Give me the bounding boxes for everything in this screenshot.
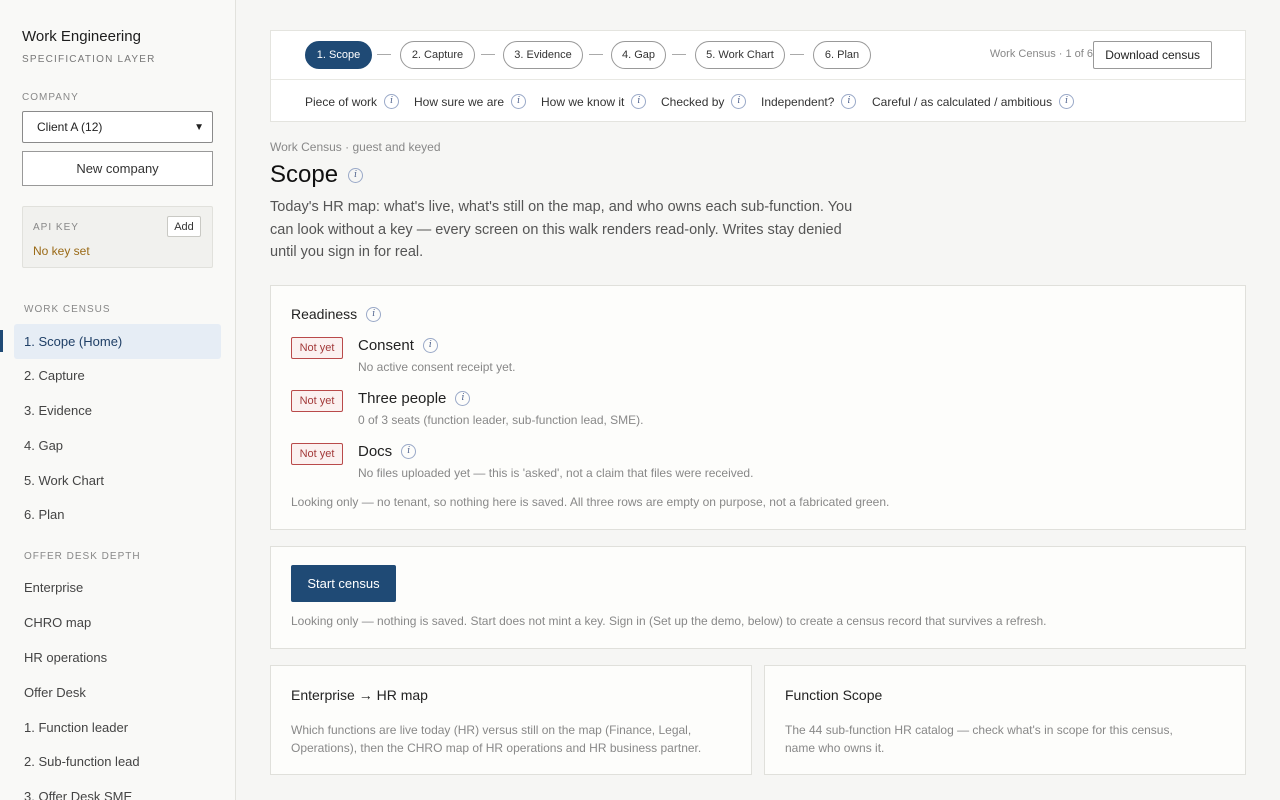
sidebar-item-offer-desk-sme[interactable]: 3. Offer Desk SME [14, 779, 221, 800]
step-work-chart[interactable]: 5. Work Chart [695, 41, 785, 69]
readiness-item-label: Three people [358, 390, 447, 407]
info-icon[interactable]: i [841, 94, 857, 109]
function-scope-card[interactable]: Function Scope The 44 sub-function HR ca… [764, 665, 1246, 775]
census-progress-count: Work Census · 1 of 6 [989, 48, 1093, 60]
stepper: 1. Scope 2. Capture 3. Evidence 4. Gap 5… [271, 31, 1245, 80]
sidebar-item-function-leader[interactable]: 1. Function leader [14, 710, 221, 745]
legend-how-sure: How sure we are i [414, 94, 527, 109]
brand-title: Work Engineering [22, 28, 141, 45]
readiness-row-docs: Not yet Docs i No files uploaded yet — t… [291, 443, 1191, 488]
sidebar-item-chro-map[interactable]: CHRO map [14, 605, 221, 640]
readiness-item-desc: No active consent receipt yet. [358, 360, 516, 374]
legend-label: Checked by [661, 94, 725, 109]
active-indicator [0, 330, 3, 352]
info-icon[interactable]: i [401, 444, 417, 459]
step-divider [589, 54, 603, 55]
chevron-down-icon: ▼ [194, 121, 204, 133]
readiness-note: Looking only — no tenant, so nothing her… [291, 495, 890, 509]
api-key-panel: API KEY Add No key set [22, 206, 213, 268]
status-badge: Not yet [291, 390, 343, 412]
legend-piece-of-work: Piece of work i [305, 94, 400, 109]
legend-label: How we know it [541, 94, 625, 109]
api-key-label: API KEY [33, 222, 79, 233]
download-census-button[interactable]: Download census [1093, 41, 1212, 69]
step-plan[interactable]: 6. Plan [813, 41, 871, 69]
sidebar-item-hr-operations[interactable]: HR operations [14, 640, 221, 675]
sidebar-item-scope[interactable]: 1. Scope (Home) [14, 324, 221, 359]
legend-label: Piece of work [305, 94, 378, 109]
readiness-item-desc: No files uploaded yet — this is 'asked',… [358, 466, 754, 480]
info-icon[interactable]: i [511, 94, 527, 109]
page-lead: Today's HR map: what's live, what's stil… [270, 199, 853, 260]
legend-row: Piece of work i How sure we are i How we… [271, 80, 1245, 121]
readiness-title: Readiness i [291, 306, 382, 322]
info-icon[interactable]: i [631, 94, 647, 109]
sidebar-item-offer-desk[interactable]: Offer Desk [14, 675, 221, 710]
readiness-row-consent: Not yet Consent i No active consent rece… [291, 337, 1191, 382]
readiness-item-label: Docs [358, 443, 393, 460]
legend-checked-by: Checked by i [661, 94, 747, 109]
step-gap[interactable]: 4. Gap [611, 41, 666, 69]
sidebar-item-enterprise[interactable]: Enterprise [14, 570, 221, 605]
info-icon[interactable]: i [1059, 94, 1075, 109]
step-divider [790, 54, 804, 55]
step-divider [481, 54, 495, 55]
legend-how-we-know: How we know it i [541, 94, 647, 109]
start-census-button[interactable]: Start census [291, 565, 396, 602]
card-title: Function Scope [785, 687, 883, 703]
legend-careful: Careful / as calculated / ambitious i [872, 94, 1075, 109]
sidebar-item-gap[interactable]: 4. Gap [14, 428, 221, 463]
card-description: Which functions are live today (HR) vers… [291, 723, 702, 755]
sidebar-item-plan[interactable]: 6. Plan [14, 497, 221, 532]
readiness-item-name: Docs i [358, 443, 417, 460]
legend-label: How sure we are [414, 94, 505, 109]
api-key-status: No key set [33, 244, 90, 258]
sidebar: Work Engineering SPECIFICATION LAYER COM… [0, 0, 236, 800]
company-select-value: Client A (12) [37, 120, 103, 134]
brand-subtitle: SPECIFICATION LAYER [22, 54, 156, 65]
info-icon[interactable]: i [384, 94, 400, 109]
info-icon[interactable]: i [455, 391, 471, 406]
legend-label: Independent? [761, 94, 835, 109]
card-description: The 44 sub-function HR catalog — check w… [785, 723, 1173, 755]
start-note: Looking only — nothing is saved. Start d… [291, 614, 1047, 628]
enterprise-hr-map-card[interactable]: Enterprise → HR map Which functions are … [270, 665, 752, 775]
info-icon[interactable]: i [731, 94, 747, 109]
work-census-label: WORK CENSUS [24, 304, 111, 315]
step-divider [377, 54, 391, 55]
new-company-button[interactable]: New company [22, 151, 213, 186]
breadcrumb: Work Census · guest and keyed [270, 140, 441, 154]
sidebar-item-work-chart[interactable]: 5. Work Chart [14, 463, 221, 498]
readiness-item-name: Three people i [358, 390, 471, 407]
step-scope[interactable]: 1. Scope [305, 41, 372, 69]
status-badge: Not yet [291, 337, 343, 359]
sidebar-item-capture[interactable]: 2. Capture [14, 358, 221, 393]
step-divider [672, 54, 686, 55]
company-select[interactable]: Client A (12) ▼ [22, 111, 213, 143]
step-evidence[interactable]: 3. Evidence [503, 41, 583, 69]
step-capture[interactable]: 2. Capture [400, 41, 475, 69]
readiness-item-name: Consent i [358, 337, 438, 354]
readiness-card: Readiness i Not yet Consent i No active … [270, 285, 1246, 530]
info-icon[interactable]: i [366, 306, 382, 322]
stepper-card: 1. Scope 2. Capture 3. Evidence 4. Gap 5… [270, 30, 1246, 122]
readiness-title-text: Readiness [291, 306, 358, 322]
readiness-item-desc: 0 of 3 seats (function leader, sub-funct… [358, 413, 644, 427]
api-key-add-button[interactable]: Add [167, 216, 201, 237]
start-card: Start census Looking only — nothing is s… [270, 546, 1246, 649]
card-title: Enterprise → HR map [291, 687, 428, 703]
sidebar-item-evidence[interactable]: 3. Evidence [14, 393, 221, 428]
info-icon[interactable]: i [422, 338, 438, 353]
legend-label: Careful / as calculated / ambitious [872, 94, 1053, 109]
company-label: COMPANY [22, 92, 79, 103]
readiness-row-three-people: Not yet Three people i 0 of 3 seats (fun… [291, 390, 1191, 435]
readiness-item-label: Consent [358, 337, 414, 354]
offer-desk-label: OFFER DESK DEPTH [24, 551, 141, 562]
page-title: Scope i [270, 161, 364, 189]
sidebar-item-sub-function-lead[interactable]: 2. Sub-function lead [14, 744, 221, 779]
info-icon[interactable]: i [348, 167, 364, 183]
status-badge: Not yet [291, 443, 343, 465]
page-title-text: Scope [270, 161, 339, 188]
legend-independent: Independent? i [761, 94, 857, 109]
